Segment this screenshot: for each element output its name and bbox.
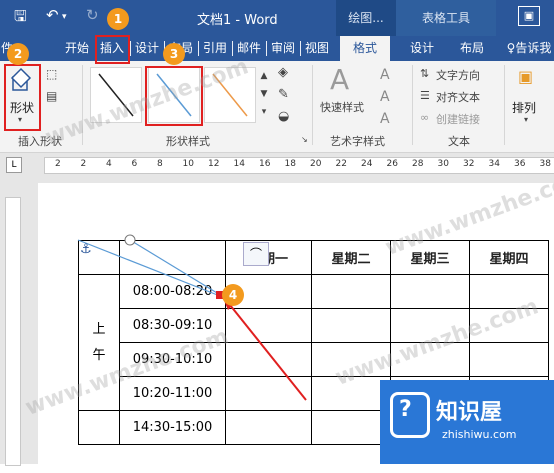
brand-name: 知识屋 <box>436 400 503 425</box>
step-badge: 3 <box>163 43 185 65</box>
layout-options-icon[interactable]: ⌒ <box>243 242 269 266</box>
line-handle[interactable] <box>124 234 136 246</box>
brand-url: zhishiwu.com <box>442 428 517 441</box>
pointer-arrow <box>225 299 307 401</box>
step-badge: 2 <box>7 43 29 65</box>
step-badge: 4 <box>222 284 244 306</box>
diagonal-line[interactable] <box>129 239 223 297</box>
anchor-icon: ⚓ <box>80 242 92 257</box>
brand-logo-icon: ? <box>390 392 430 438</box>
lightbulb-icon: ? <box>399 397 412 422</box>
highlight-box-insert-tab <box>95 35 130 64</box>
diagonal-line[interactable] <box>77 239 221 297</box>
step-badge: 1 <box>107 8 129 30</box>
brand-logo-badge: ? 知识屋 zhishiwu.com <box>380 380 554 464</box>
